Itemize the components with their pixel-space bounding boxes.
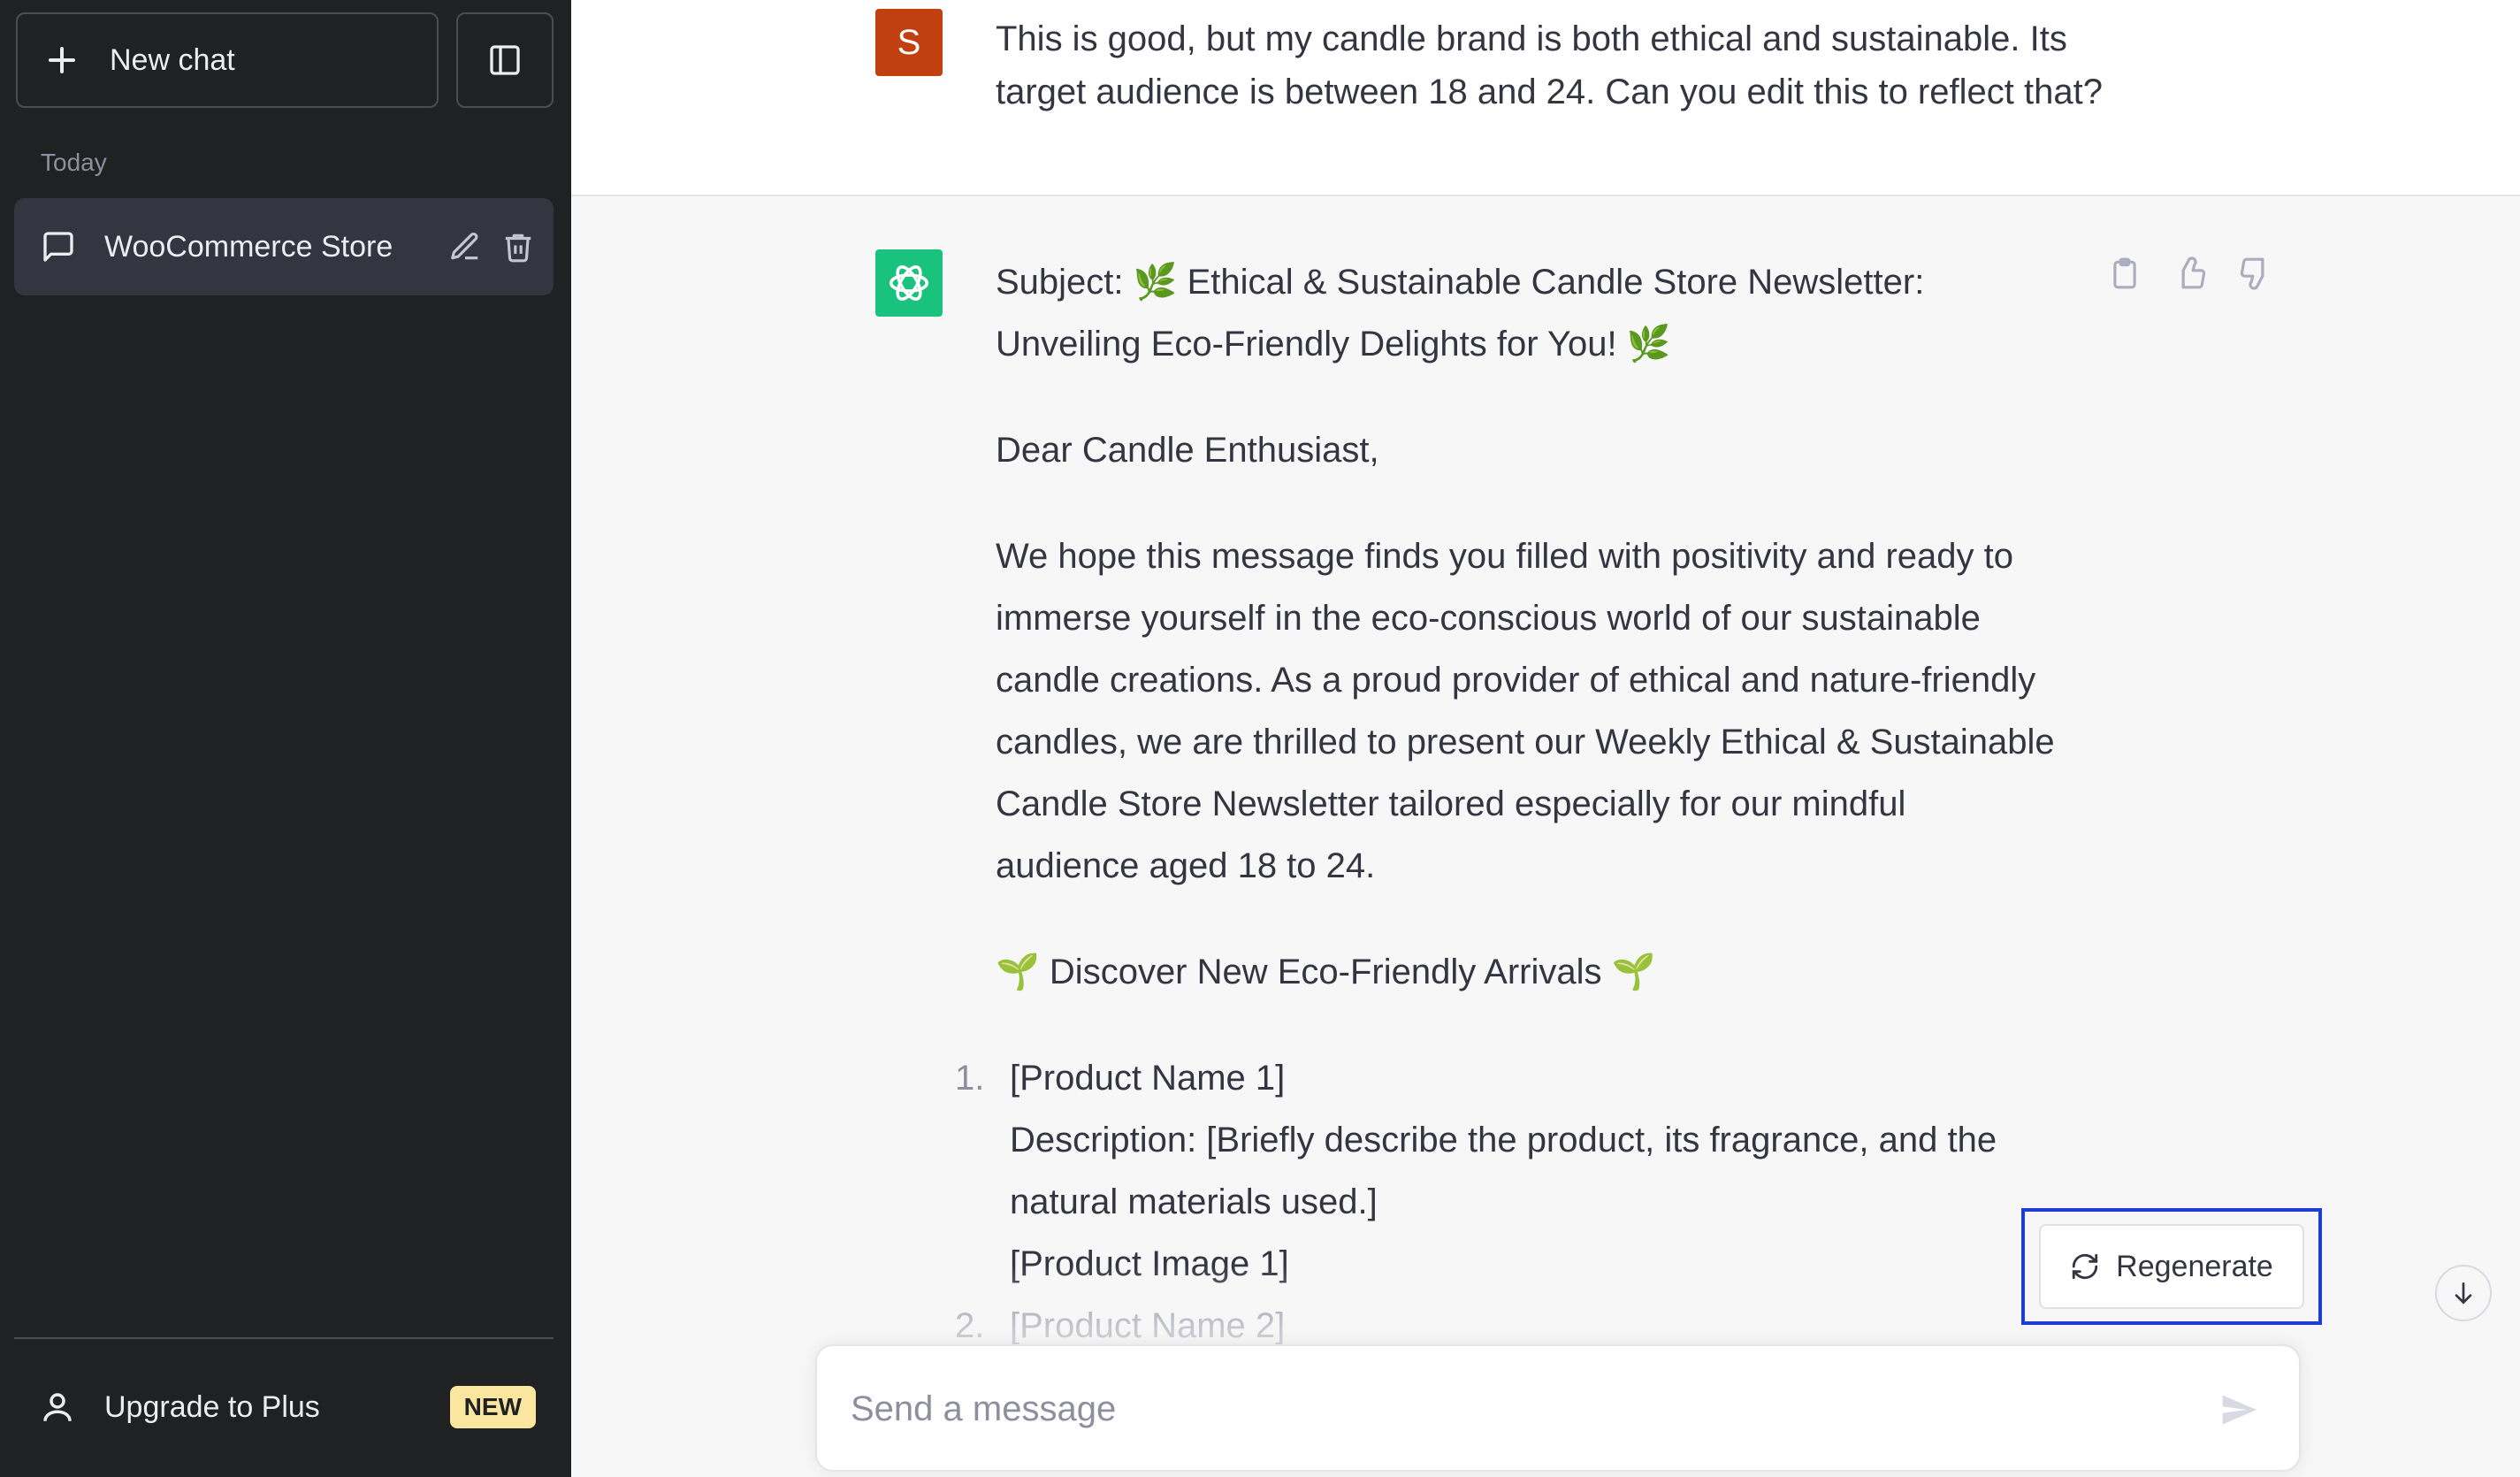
arrow-down-icon [2455,1282,2472,1305]
upgrade-label: Upgrade to Plus [104,1389,320,1424]
product-description: Description: [Briefly describe the produ… [1010,1121,1997,1221]
newsletter-subject: Subject: 🌿 Ethical & Sustainable Candle … [996,263,1925,364]
user-message-row: S This is good, but my candle brand is b… [571,0,2520,196]
refresh-icon [2072,1253,2098,1280]
copy-button[interactable] [2106,255,2143,292]
list-number: 1. [955,1059,985,1098]
product-list: 1. [Product Name 1] Description: [Briefl… [955,1047,2057,1357]
message-input[interactable] [851,1378,2177,1440]
new-chat-label: New chat [110,42,235,77]
section-label-today: Today [41,149,107,176]
trash-icon [505,233,531,263]
user-avatar: S [875,9,943,76]
clipboard-icon [2113,257,2136,289]
thumbs-down-button[interactable] [2237,255,2274,292]
user-icon [43,1393,72,1421]
product-name: [Product Name 1] [1010,1059,1286,1098]
thumbs-up-icon [2181,256,2206,289]
new-chat-button[interactable]: New chat [16,12,439,108]
sidebar-icon [490,45,520,75]
send-button[interactable] [2214,1385,2264,1435]
regenerate-button[interactable]: Regenerate [2039,1224,2304,1309]
assistant-message: Subject: 🌿 Ethical & Sustainable Candle … [955,251,2057,1357]
delete-chat-button[interactable] [500,229,536,264]
user-message-text: This is good, but my candle brand is bot… [996,19,2103,111]
main-chat-area: S This is good, but my candle brand is b… [571,0,2520,1477]
upgrade-to-plus-button[interactable]: Upgrade to Plus NEW [14,1358,554,1456]
scroll-to-bottom-button[interactable] [2435,1265,2492,1321]
thumbs-up-button[interactable] [2172,255,2209,292]
sidebar-divider [14,1337,554,1339]
thumbs-down-icon [2240,257,2264,290]
new-badge: NEW [449,1386,536,1428]
plus-icon [44,42,80,78]
send-icon [2222,1395,2257,1425]
newsletter-intro: We hope this message finds you filled wi… [996,537,2055,885]
newsletter-greeting: Dear Candle Enthusiast, [996,431,1379,470]
toggle-sidebar-button[interactable] [456,12,554,108]
chat-bubble-icon [43,232,73,262]
message-composer [815,1344,2301,1472]
sidebar: New chat Today WooCommerce Store Upgrade… [0,0,571,1477]
newsletter-section-heading: 🌱 Discover New Eco-Friendly Arrivals 🌱 [996,953,1656,991]
openai-logo-icon [889,265,929,301]
regenerate-label: Regenerate [2116,1249,2273,1283]
message-actions [2106,255,2274,292]
product-image-placeholder: [Product Image 1] [1010,1244,1289,1283]
list-item: 1. [Product Name 1] Description: [Briefl… [955,1047,2057,1295]
chat-title: WooCommerce Store [104,229,393,264]
assistant-avatar [875,249,943,317]
chat-history-item[interactable]: WooCommerce Store [14,198,554,295]
pencil-icon [451,233,478,260]
edit-chat-button[interactable] [447,229,483,264]
